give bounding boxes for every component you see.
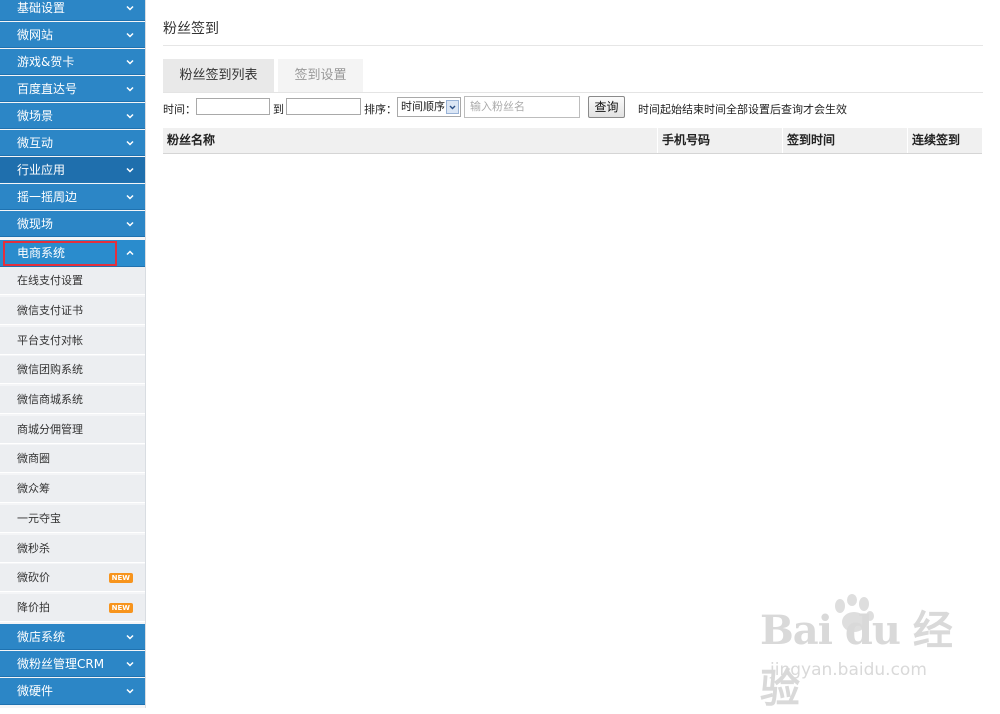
chevron-down-icon (126, 661, 134, 667)
sidebar-category-shake-nearby[interactable]: 摇一摇周边 (0, 184, 145, 210)
watermark-logo-text: Bai du 经验 (760, 607, 953, 712)
chevron-down-icon (126, 634, 134, 640)
new-badge: NEW (108, 573, 133, 583)
sidebar-category-micro-live[interactable]: 微现场 (0, 211, 145, 237)
to-label: 到 (273, 103, 284, 116)
start-time-input[interactable] (196, 98, 270, 115)
sidebar-category-hardware[interactable]: 微硬件 (0, 678, 145, 705)
sort-select[interactable]: 时间顺序 (397, 97, 461, 117)
sidebar-subitem[interactable]: 平台支付对帐 (0, 327, 145, 355)
sort-label: 排序： (364, 103, 397, 116)
chevron-down-icon (126, 5, 134, 11)
sidebar-subitem[interactable]: 微商圈 (0, 445, 145, 473)
query-button[interactable]: 查询 (588, 96, 625, 118)
chevron-down-icon (126, 140, 134, 146)
sidebar-category-micro-interaction[interactable]: 微互动 (0, 130, 145, 156)
chevron-down-icon (126, 167, 134, 173)
chevron-down-icon (126, 113, 134, 119)
dropdown-arrow-icon (446, 100, 459, 114)
chevron-down-icon (126, 194, 134, 200)
sidebar-subitem[interactable]: 微信支付证书 (0, 297, 145, 325)
sidebar: 基础设置 微网站 游戏&贺卡 百度直达号 微场景 微互动 行业应用 摇一摇周边 … (0, 0, 146, 708)
title-divider (163, 45, 983, 46)
column-fan-name: 粉丝名称 (167, 133, 216, 147)
sidebar-subitem[interactable]: 在线支付设置 (0, 267, 145, 295)
watermark-url: jingyan.baidu.com (770, 660, 927, 680)
sidebar-subitem-label: 微秒杀 (17, 542, 50, 555)
sidebar-category-label: 基础设置 (17, 1, 66, 15)
chevron-up-icon (126, 250, 134, 256)
sidebar-category-label: 游戏&贺卡 (17, 55, 75, 69)
sidebar-category-label: 百度直达号 (17, 82, 78, 96)
chevron-down-icon (126, 59, 134, 65)
sidebar-subitem[interactable]: 一元夺宝 (0, 505, 145, 533)
sidebar-category-micro-scene[interactable]: 微场景 (0, 103, 145, 129)
end-time-input[interactable] (286, 98, 361, 115)
column-checkin-time: 签到时间 (782, 128, 907, 153)
sidebar-subitem-label: 一元夺宝 (17, 512, 61, 525)
tab-checkin-settings[interactable]: 签到设置 (278, 59, 363, 92)
fan-name-search-input[interactable]: 输入粉丝名 (464, 96, 580, 118)
sidebar-category-label: 摇一摇周边 (17, 190, 78, 204)
sort-select-value: 时间顺序 (401, 100, 445, 113)
chevron-down-icon (126, 32, 134, 38)
sidebar-category-label: 微现场 (17, 217, 54, 231)
sidebar-category-crm[interactable]: 微粉丝管理CRM (0, 651, 145, 677)
highlight-box (3, 241, 117, 266)
chevron-down-icon (126, 221, 134, 227)
sidebar-category-micro-site[interactable]: 微网站 (0, 22, 145, 48)
sidebar-category-label: 行业应用 (17, 163, 66, 177)
sidebar-subitem-label: 商城分佣管理 (17, 423, 83, 436)
sidebar-category-label: 微网站 (17, 28, 54, 42)
sidebar-category-games-cards[interactable]: 游戏&贺卡 (0, 49, 145, 75)
column-phone: 手机号码 (657, 128, 782, 153)
sidebar-category-micro-shop[interactable]: 微店系统 (0, 624, 145, 650)
sidebar-subitem-label: 微信支付证书 (17, 304, 83, 317)
sidebar-subitem[interactable]: 微信团购系统 (0, 356, 145, 384)
sidebar-subitem-label: 微信商城系统 (17, 393, 83, 406)
sidebar-subitem[interactable]: 微砍价 NEW (0, 564, 145, 592)
sidebar-subitem-label: 微众筹 (17, 482, 50, 495)
sidebar-subitem[interactable]: 微秒杀 (0, 535, 145, 563)
sidebar-category-basic-settings[interactable]: 基础设置 (0, 0, 145, 21)
query-hint-text: 时间起始结束时间全部设置后查询才会生效 (638, 103, 847, 116)
table-header: 粉丝名称 手机号码 签到时间 连续签到 (163, 128, 982, 154)
tab-divider (163, 92, 983, 93)
sidebar-subitem-label: 微商圈 (17, 452, 50, 465)
sidebar-subitem[interactable]: 微信商城系统 (0, 386, 145, 414)
chevron-down-icon (126, 86, 134, 92)
sidebar-category-label: 微场景 (17, 109, 54, 123)
sidebar-subitem[interactable]: 商城分佣管理 (0, 416, 145, 444)
sidebar-subitem-label: 平台支付对帐 (17, 334, 83, 347)
sidebar-subitem-label: 在线支付设置 (17, 274, 83, 287)
baidu-jingyan-watermark: Bai du 经验 jingyan.baidu.com (760, 594, 960, 712)
sidebar-subitem[interactable]: 微众筹 (0, 475, 145, 503)
page-title: 粉丝签到 (163, 21, 219, 37)
tab-fan-checkin-list[interactable]: 粉丝签到列表 (163, 59, 274, 92)
sidebar-category-label: 微粉丝管理CRM (17, 657, 105, 671)
sidebar-category-industry-apps[interactable]: 行业应用 (0, 157, 145, 183)
sidebar-subitem-label: 微信团购系统 (17, 363, 83, 376)
sidebar-subitem-label: 微砍价 (17, 571, 50, 584)
sidebar-category-label: 微店系统 (17, 630, 66, 644)
sidebar-category-label: 微互动 (17, 136, 54, 150)
sidebar-category-baidu-direct[interactable]: 百度直达号 (0, 76, 145, 102)
sidebar-subitem[interactable]: 降价拍 NEW (0, 594, 145, 622)
new-badge: NEW (108, 603, 133, 613)
time-label: 时间： (163, 103, 196, 116)
sidebar-category-label: 微硬件 (17, 684, 54, 698)
sidebar-subitem-label: 降价拍 (17, 601, 50, 614)
column-consecutive-checkin: 连续签到 (907, 128, 982, 153)
chevron-down-icon (126, 688, 134, 694)
